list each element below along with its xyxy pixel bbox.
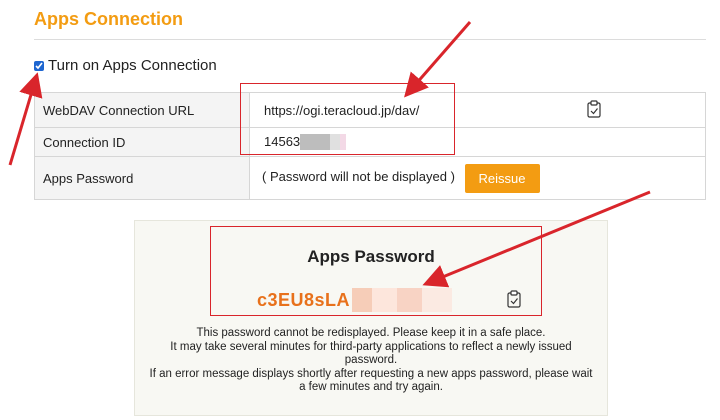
apps-password-label: Apps Password <box>34 156 250 200</box>
apps-password-cell: ( Password will not be displayed ) Reiss… <box>249 156 706 200</box>
table-row: Apps Password ( Password will not be dis… <box>34 156 706 200</box>
enable-apps-connection[interactable]: Turn on Apps Connection <box>34 57 217 74</box>
connection-id-label: Connection ID <box>34 127 250 157</box>
panel-message: This password cannot be redisplayed. Ple… <box>135 327 607 395</box>
section-title: Apps Connection <box>34 9 183 29</box>
message-line: If an error message displays shortly aft… <box>149 367 593 394</box>
annotation-box <box>210 226 542 316</box>
red-arrow-icon <box>8 72 43 166</box>
clipboard-check-icon[interactable] <box>587 100 601 118</box>
message-line: This password cannot be redisplayed. Ple… <box>196 327 546 339</box>
password-hidden-note: ( Password will not be displayed ) <box>262 169 455 185</box>
annotation-box <box>240 83 455 155</box>
reissue-button[interactable]: Reissue <box>464 163 540 193</box>
url-label: WebDAV Connection URL <box>34 92 250 128</box>
title-divider <box>34 39 706 40</box>
enable-label: Turn on Apps Connection <box>48 57 217 74</box>
enable-checkbox[interactable] <box>34 60 44 71</box>
message-line: It may take several minutes for third-pa… <box>170 340 572 367</box>
